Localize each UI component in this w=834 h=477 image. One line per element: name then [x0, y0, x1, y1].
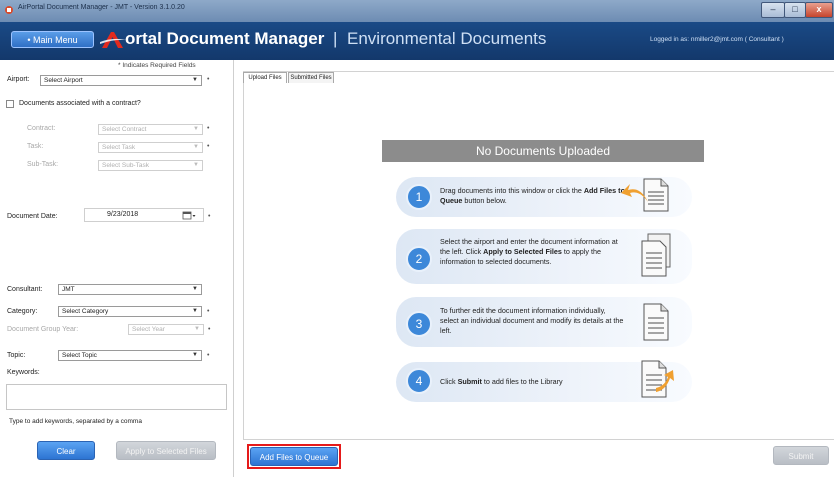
document-icon	[643, 303, 669, 341]
no-documents-banner: No Documents Uploaded	[382, 140, 704, 162]
window-title-bar: AirPortal Document Manager - JMT - Versi…	[0, 0, 834, 22]
consultant-select[interactable]: JMT ▼	[58, 284, 202, 295]
stacked-documents-icon	[641, 233, 671, 277]
step-number-4: 4	[406, 368, 432, 394]
step-number-3: 3	[406, 311, 432, 337]
keywords-label: Keywords:	[7, 369, 40, 376]
clear-button[interactable]: Clear	[37, 441, 95, 460]
curved-arrow-icon	[621, 184, 648, 202]
app-title: ortal Document Manager	[125, 29, 325, 48]
login-info: Logged in as: nmiller2@jmt.com ( Consult…	[650, 36, 784, 43]
contract-checkbox-label: Documents associated with a contract?	[19, 100, 141, 107]
minimize-button[interactable]: –	[761, 2, 785, 18]
app-header: • Main Menu ortal Document Manager | Env…	[0, 22, 834, 60]
keywords-input[interactable]	[6, 384, 227, 410]
chevron-down-icon: ▼	[192, 286, 198, 292]
maximize-button[interactable]: □	[784, 2, 806, 18]
topic-label: Topic:	[7, 352, 26, 359]
category-select[interactable]: Select Category ▼	[58, 306, 202, 317]
task-select[interactable]: Select Task ▼	[98, 142, 203, 153]
document-date-picker[interactable]: 9/23/2018	[84, 208, 204, 222]
airportal-logo-icon	[100, 32, 126, 48]
chevron-down-icon: ▼	[192, 77, 198, 83]
step-number-2: 2	[406, 246, 432, 272]
main-menu-button[interactable]: • Main Menu	[11, 31, 94, 48]
consultant-label: Consultant:	[7, 286, 43, 293]
submit-document-icon	[641, 360, 674, 398]
close-button[interactable]: x	[805, 2, 833, 18]
required-fields-note: * Indicates Required Fields	[118, 62, 196, 69]
contract-select[interactable]: Select Contract ▼	[98, 124, 203, 135]
airport-select-value: Select Airport	[44, 77, 83, 84]
subtask-select[interactable]: Select Sub-Task ▼	[98, 160, 203, 171]
chevron-down-icon: ▼	[192, 308, 198, 314]
tab-submitted-files[interactable]: Submitted Files	[288, 72, 334, 83]
document-form-panel	[0, 60, 234, 477]
doc-group-year-label: Document Group Year:	[7, 326, 79, 333]
contract-checkbox[interactable]	[6, 100, 14, 108]
task-label: Task:	[27, 143, 44, 150]
apply-to-selected-files-button[interactable]: Apply to Selected Files	[116, 441, 216, 460]
step-4-text-a: Click	[440, 377, 458, 386]
calendar-icon[interactable]	[182, 211, 196, 220]
title-separator: |	[333, 29, 338, 48]
category-label: Category:	[7, 308, 38, 315]
subtask-label: Sub-Task:	[27, 161, 59, 168]
step-3-text: To further edit the document information…	[440, 306, 625, 336]
task-select-value: Select Task	[102, 144, 136, 151]
doc-group-year-value: Select Year	[132, 326, 165, 333]
contract-label: Contract:	[27, 125, 56, 132]
window-title: AirPortal Document Manager - JMT - Versi…	[18, 4, 185, 11]
category-select-value: Select Category	[62, 308, 109, 315]
chevron-down-icon: ▼	[193, 144, 199, 150]
section-title: Environmental Documents	[347, 29, 547, 48]
step-4-text: Click Submit to add files to the Library	[440, 377, 630, 387]
step-1-text: Drag documents into this window or click…	[440, 186, 625, 206]
chevron-down-icon: ▼	[193, 162, 199, 168]
step-number-1: 1	[406, 184, 432, 210]
app-icon	[5, 6, 13, 14]
required-marker: •	[207, 143, 210, 150]
required-marker: •	[207, 76, 210, 83]
required-marker: •	[207, 352, 210, 359]
required-marker: •	[208, 213, 211, 220]
document-date-value: 9/23/2018	[107, 211, 139, 218]
chevron-down-icon: ▼	[192, 352, 198, 358]
topic-select[interactable]: Select Topic ▼	[58, 350, 202, 361]
airport-label: Airport:	[7, 76, 30, 83]
step-2-text-bold: Apply to Selected Files	[483, 247, 562, 256]
add-files-to-queue-button[interactable]: Add Files to Queue	[250, 447, 338, 466]
contract-select-value: Select Contract	[102, 126, 147, 133]
chevron-down-icon: ▼	[193, 126, 199, 132]
required-marker: •	[208, 326, 211, 333]
topic-select-value: Select Topic	[62, 352, 97, 359]
step-3-text-a: To further edit the document information…	[440, 306, 624, 335]
consultant-select-value: JMT	[62, 286, 75, 293]
submit-button[interactable]: Submit	[773, 446, 829, 465]
tab-upload-files[interactable]: Upload Files	[243, 72, 287, 83]
step-1-text-a: Drag documents into this window or click…	[440, 186, 584, 195]
airport-select[interactable]: Select Airport ▼	[40, 75, 202, 86]
keywords-hint: Type to add keywords, separated by a com…	[9, 418, 142, 425]
subtask-select-value: Select Sub-Task	[102, 162, 149, 169]
chevron-down-icon: ▼	[194, 326, 200, 332]
document-date-label: Document Date:	[7, 213, 58, 220]
required-marker: •	[207, 308, 210, 315]
required-marker: •	[207, 125, 210, 132]
step-1-text-b: button below.	[462, 196, 507, 205]
step-4-text-b: to add files to the Library	[481, 377, 563, 386]
step-4-text-bold: Submit	[457, 377, 482, 386]
step-2-text: Select the airport and enter the documen…	[440, 237, 625, 267]
doc-group-year-select[interactable]: Select Year ▼	[128, 324, 204, 335]
